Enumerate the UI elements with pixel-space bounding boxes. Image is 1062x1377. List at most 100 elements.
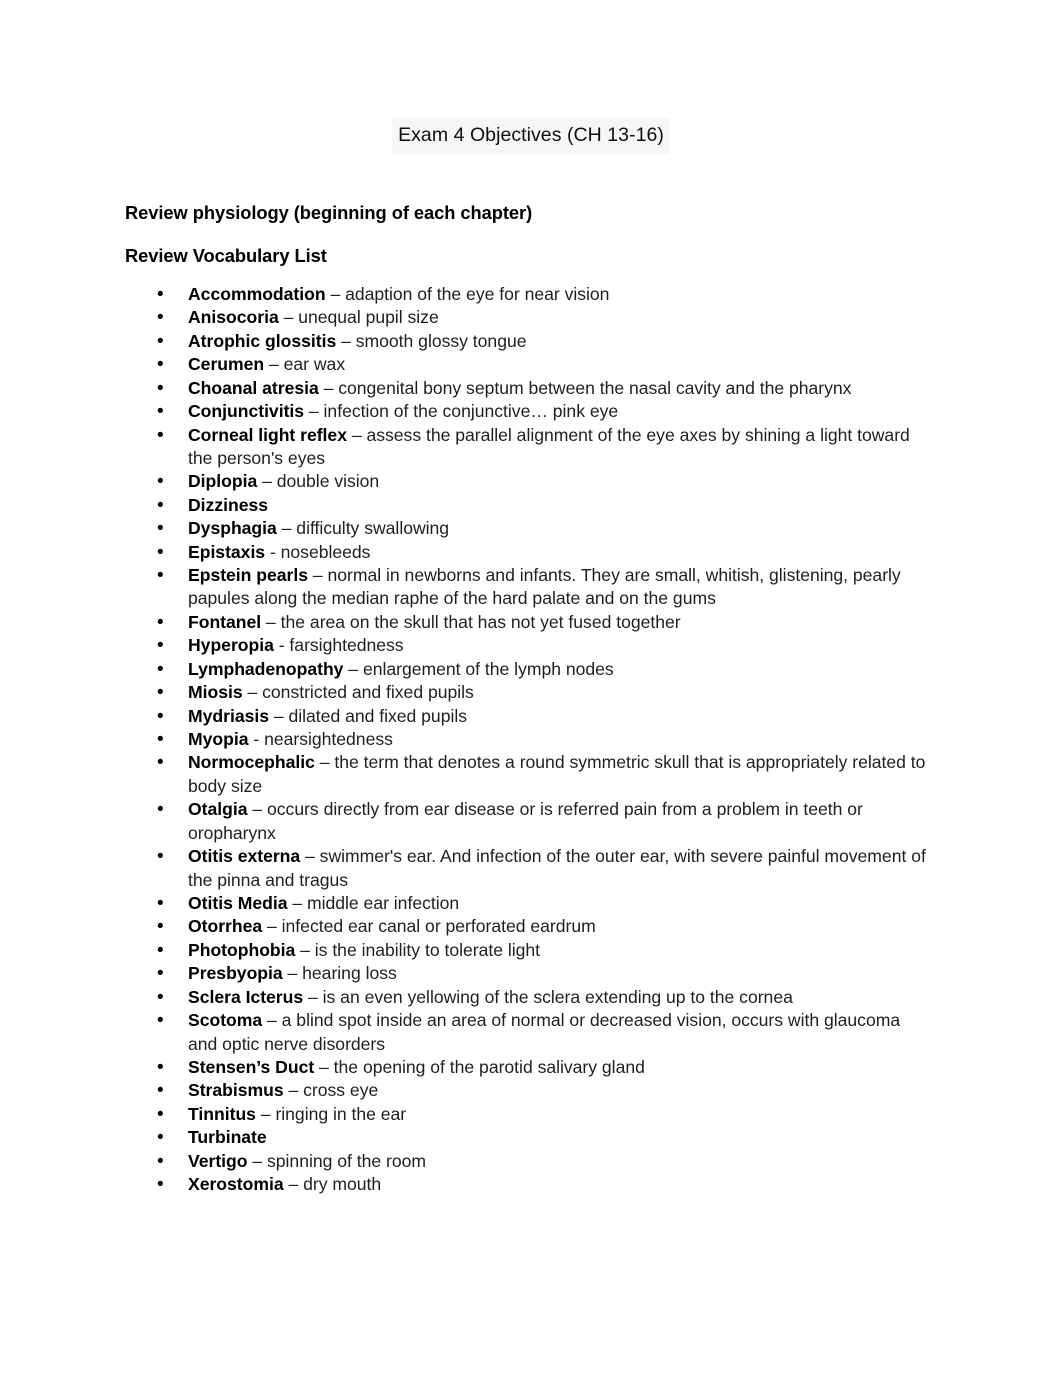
vocabulary-term: Photophobia: [188, 939, 296, 960]
vocabulary-definition: – ringing in the ear: [255, 1103, 407, 1124]
bullet-icon: •: [157, 752, 164, 774]
vocabulary-definition: – unequal pupil size: [278, 307, 439, 328]
document-page: Exam 4 Objectives (CH 13-16) Review phys…: [0, 0, 1062, 1377]
list-item: • Corneal light reflex – assess the paral…: [0, 424, 1062, 471]
vocabulary-term: Myopia: [188, 729, 249, 750]
bullet-icon: •: [157, 565, 164, 587]
bullet-icon: •: [157, 729, 164, 751]
bullet-icon: •: [157, 1174, 164, 1196]
list-item: • Turbinate: [0, 1126, 1062, 1149]
bullet-icon: •: [157, 471, 164, 493]
bullet-icon: •: [157, 518, 164, 540]
vocabulary-definition: - nearsightedness: [248, 729, 393, 750]
vocabulary-term: Otitis Media: [188, 892, 288, 913]
bullet-icon: •: [157, 916, 164, 938]
page-title-container: Exam 4 Objectives (CH 13-16): [0, 118, 1062, 154]
page-title: Exam 4 Objectives (CH 13-16): [392, 118, 670, 154]
bullet-icon: •: [157, 377, 164, 399]
vocabulary-term: Atrophic glossitis: [188, 330, 337, 351]
bullet-icon: •: [157, 354, 164, 376]
vocabulary-definition: – adaption of the eye for near vision: [325, 284, 610, 304]
vocabulary-definition: – infection of the conjunctive… pink eye: [304, 401, 619, 422]
list-item: • Xerostomia – dry mouth: [0, 1173, 1062, 1196]
list-item: • Hyperopia - farsightedness: [0, 634, 1062, 657]
bullet-icon: •: [157, 1150, 164, 1172]
vocabulary-definition: – a blind spot inside an area of normal …: [188, 1010, 901, 1054]
bullet-icon: •: [157, 1080, 164, 1102]
vocabulary-term: Cerumen: [188, 354, 265, 375]
vocabulary-term: Otorrhea: [188, 916, 263, 937]
vocabulary-term: Mydriasis: [188, 705, 269, 726]
vocabulary-term: Xerostomia: [188, 1174, 284, 1195]
list-item: • Accommodation – adaption of the eye for…: [0, 283, 1062, 306]
vocabulary-list: • Accommodation – adaption of the eye for…: [0, 283, 1062, 1196]
vocabulary-term: Vertigo: [188, 1150, 248, 1171]
list-item: • Dizziness: [0, 494, 1062, 517]
list-item: • Myopia - nearsightedness: [0, 728, 1062, 751]
bullet-icon: •: [157, 986, 164, 1008]
bullet-icon: •: [157, 494, 164, 516]
vocabulary-term: Corneal light reflex: [188, 424, 347, 445]
vocabulary-definition: – constricted and fixed pupils: [242, 682, 474, 703]
vocabulary-definition: – is an even yellowing of the sclera ext…: [303, 986, 793, 1007]
list-item: • Vertigo – spinning of the room: [0, 1150, 1062, 1173]
bullet-icon: •: [157, 799, 164, 821]
vocabulary-definition: – the area on the skull that has not yet…: [261, 611, 681, 632]
vocabulary-term: Stensen’s Duct: [188, 1056, 315, 1077]
vocabulary-definition: – middle ear infection: [287, 892, 460, 913]
bullet-icon: •: [157, 541, 164, 563]
bullet-icon: •: [157, 424, 164, 446]
heading-review-physiology: Review physiology (beginning of each cha…: [125, 202, 533, 223]
vocabulary-term: Epstein pearls: [188, 565, 308, 586]
list-item: • Fontanel – the area on the skull that h…: [0, 611, 1062, 634]
list-item: • Strabismus – cross eye: [0, 1079, 1062, 1102]
vocabulary-term: Diplopia: [188, 471, 258, 492]
list-item: • Cerumen – ear wax: [0, 353, 1062, 376]
vocabulary-term: Turbinate: [188, 1127, 267, 1148]
vocabulary-term: Choanal atresia: [188, 377, 319, 398]
list-item: • Conjunctivitis – infection of the conju…: [0, 400, 1062, 423]
vocabulary-definition: - farsightedness: [273, 635, 404, 656]
vocabulary-definition: – the opening of the parotid salivary gl…: [314, 1056, 645, 1077]
list-item: • Miosis – constricted and fixed pupils: [0, 681, 1062, 704]
vocabulary-definition: – double vision: [257, 471, 380, 492]
vocabulary-term: Miosis: [188, 682, 243, 703]
list-item: • Presbyopia – hearing loss: [0, 962, 1062, 985]
vocabulary-definition: – dilated and fixed pupils: [269, 705, 468, 726]
vocabulary-definition: – ear wax: [264, 354, 346, 375]
bullet-icon: •: [157, 1056, 164, 1078]
vocabulary-definition: – cross eye: [283, 1080, 379, 1101]
list-item: • Otitis Media – middle ear infection: [0, 892, 1062, 915]
bullet-icon: •: [157, 682, 164, 704]
vocabulary-definition: – congenital bony septum between the nas…: [318, 377, 852, 398]
vocabulary-definition: – enlargement of the lymph nodes: [343, 658, 614, 679]
list-item: • Scotoma – a blind spot inside an area o…: [0, 1009, 1062, 1056]
bullet-icon: •: [157, 330, 164, 352]
vocabulary-definition: – infected ear canal or perforated eardr…: [262, 916, 596, 937]
vocabulary-definition: – is the inability to tolerate light: [295, 939, 541, 960]
list-item: • Anisocoria – unequal pupil size: [0, 306, 1062, 329]
vocabulary-term: Lymphadenopathy: [188, 658, 344, 679]
list-item: • Dysphagia – difficulty swallowing: [0, 517, 1062, 540]
vocabulary-term: Anisocoria: [188, 307, 279, 328]
vocabulary-term: Strabismus: [188, 1080, 284, 1101]
list-item: • Epistaxis - nosebleeds: [0, 541, 1062, 564]
list-item: • Choanal atresia – congenital bony septu…: [0, 377, 1062, 400]
list-item: • Stensen’s Duct – the opening of the par…: [0, 1056, 1062, 1079]
vocabulary-term: Presbyopia: [188, 963, 283, 984]
vocabulary-term: Accommodation: [188, 284, 326, 304]
list-item: • Tinnitus – ringing in the ear: [0, 1103, 1062, 1126]
vocabulary-term: Sclera Icterus: [188, 986, 304, 1007]
list-item: • Otitis externa – swimmer's ear. And inf…: [0, 845, 1062, 892]
vocabulary-term: Dizziness: [188, 494, 268, 515]
bullet-icon: •: [157, 401, 164, 423]
list-item: • Sclera Icterus – is an even yellowing o…: [0, 986, 1062, 1009]
vocabulary-term: Hyperopia: [188, 635, 274, 656]
vocabulary-definition: – hearing loss: [282, 963, 397, 984]
bullet-icon: •: [157, 846, 164, 868]
vocabulary-term: Epistaxis: [188, 541, 266, 562]
vocabulary-definition: – occurs directly from ear disease or is…: [188, 799, 863, 843]
bullet-icon: •: [157, 1010, 164, 1032]
list-item: • Otalgia – occurs directly from ear dise…: [0, 798, 1062, 845]
vocabulary-term: Scotoma: [188, 1010, 263, 1031]
